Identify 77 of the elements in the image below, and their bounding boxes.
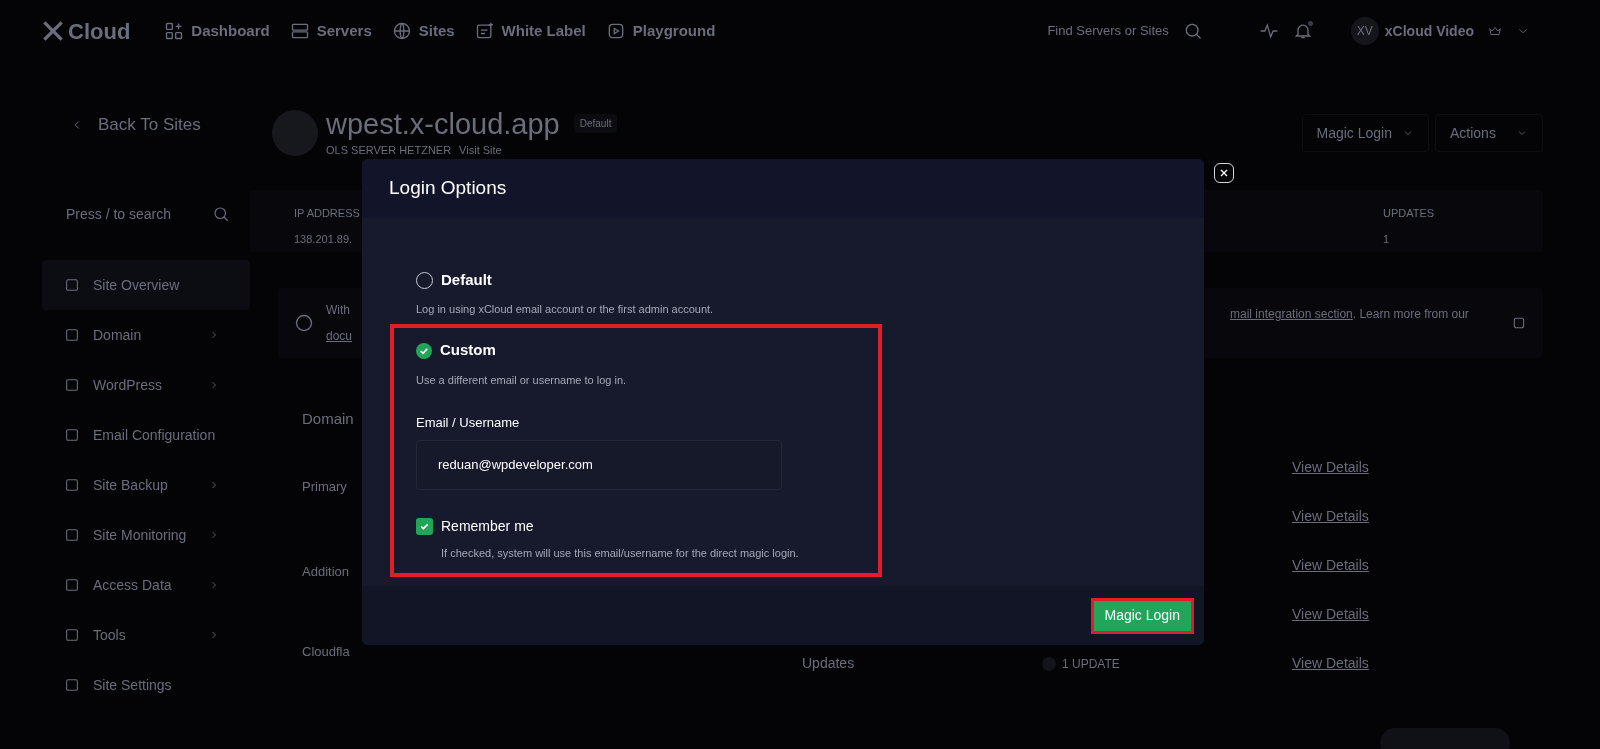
nav-link[interactable]: White Label <box>474 19 586 43</box>
site-title: wpest.x-cloud.app <box>326 107 560 140</box>
view-details-link[interactable]: View Details <box>1292 555 1369 576</box>
notice-text: With <box>326 302 350 319</box>
sidebar-item[interactable]: Site Backup <box>42 460 250 510</box>
stat-label: IP ADDRESS <box>294 206 360 221</box>
menu-item-icon <box>64 577 80 593</box>
sidebar-item[interactable]: Site Overview <box>42 260 250 310</box>
stat-value: 1 <box>1383 231 1391 247</box>
checkbox-hint: If checked, system will use this email/username for the direct magic login. <box>440 545 800 561</box>
view-details-link[interactable]: View Details <box>1292 457 1369 478</box>
menu-item-icon <box>64 477 80 493</box>
radio-option[interactable]: Default <box>416 270 1204 290</box>
row-label: Addition <box>302 563 349 581</box>
back-link[interactable]: Back To Sites <box>42 112 250 138</box>
grid-icon <box>164 21 185 41</box>
option-description: Use a different email or username to log in. <box>416 372 628 388</box>
pulse-icon <box>1258 21 1279 41</box>
menu-item-icon <box>64 427 80 443</box>
row-label: Primary <box>302 477 347 496</box>
nav-link[interactable]: Sites <box>391 19 455 43</box>
search-field[interactable]: Find Servers or Sites <box>1047 21 1169 41</box>
view-details-link[interactable]: View Details <box>1292 604 1369 625</box>
field-label: Email / Username <box>416 414 521 432</box>
nav-link[interactable]: Servers <box>289 19 372 43</box>
input-field[interactable]: reduan@wpdeveloper.com <box>416 439 782 490</box>
search-field[interactable]: Press / to search <box>42 195 250 233</box>
sidebar-item[interactable]: Tools <box>42 610 250 660</box>
close-button[interactable] <box>1214 163 1234 183</box>
sidebar-item[interactable]: WordPress <box>42 360 250 410</box>
notice-link[interactable]: mail integration section <box>1230 307 1353 321</box>
sidebar-item[interactable]: Domain <box>42 310 250 360</box>
server-name: OLS SERVER HETZNER <box>326 142 452 158</box>
radio-option[interactable]: Custom <box>416 340 878 361</box>
nav-link[interactable]: Dashboard <box>164 19 270 43</box>
magic-login-button[interactable]: Magic Login <box>1301 114 1429 152</box>
radio-checked-icon[interactable] <box>416 342 432 359</box>
avatar[interactable]: XV <box>1350 17 1379 45</box>
crown-icon <box>1488 24 1502 38</box>
section-title: Domain <box>302 409 354 429</box>
view-details-link[interactable]: View Details <box>1292 653 1369 674</box>
menu-item-icon <box>64 527 80 543</box>
checkbox-option[interactable]: Remember me <box>416 515 878 537</box>
row-label: Updates <box>802 654 856 673</box>
row-label: Cloudfla <box>302 642 350 661</box>
notice-text: . Learn more from our <box>1352 307 1469 321</box>
magic-login-button[interactable]: Magic Login <box>1090 597 1194 634</box>
logo[interactable]: Cloud <box>40 14 131 48</box>
menu-item-icon <box>64 377 80 393</box>
sidebar-item[interactable]: Email Configuration <box>42 410 250 460</box>
search-icon <box>212 205 230 223</box>
update-badge: 1 UPDATE <box>1042 654 1292 673</box>
sidebar-item[interactable]: Site Settings <box>42 660 250 710</box>
sidebar-item[interactable]: Access Data <box>42 560 250 610</box>
option-description: Log in using xCloud email account or the first admin account. <box>416 302 715 317</box>
menu-item-icon <box>64 327 80 343</box>
search-placeholder: Press / to search <box>66 204 172 224</box>
stat-value: 138.201.89. <box>294 231 354 247</box>
stat-label: UPDATES <box>1383 206 1436 221</box>
actions-button[interactable]: Actions <box>1435 114 1543 152</box>
notice-link[interactable]: docu <box>326 327 353 345</box>
checkbox[interactable] <box>416 517 433 535</box>
card-icon <box>474 21 495 41</box>
user-name[interactable]: xCloud Video <box>1384 20 1474 42</box>
menu-item-icon <box>64 277 80 293</box>
menu-item-icon <box>64 627 80 643</box>
logo-x-icon <box>40 18 66 44</box>
nav-link[interactable]: Playground <box>605 19 716 43</box>
info-icon <box>294 313 314 333</box>
server-icon <box>289 21 310 41</box>
view-details-link[interactable]: View Details <box>1292 506 1369 527</box>
sidebar-item[interactable]: Site Monitoring <box>42 510 250 560</box>
visit-site-link[interactable]: Visit Site <box>459 141 502 159</box>
menu-item-icon <box>64 677 80 693</box>
site-badge: Default <box>573 114 618 134</box>
modal-title: Login Options <box>389 176 507 201</box>
globe-icon <box>391 21 412 41</box>
